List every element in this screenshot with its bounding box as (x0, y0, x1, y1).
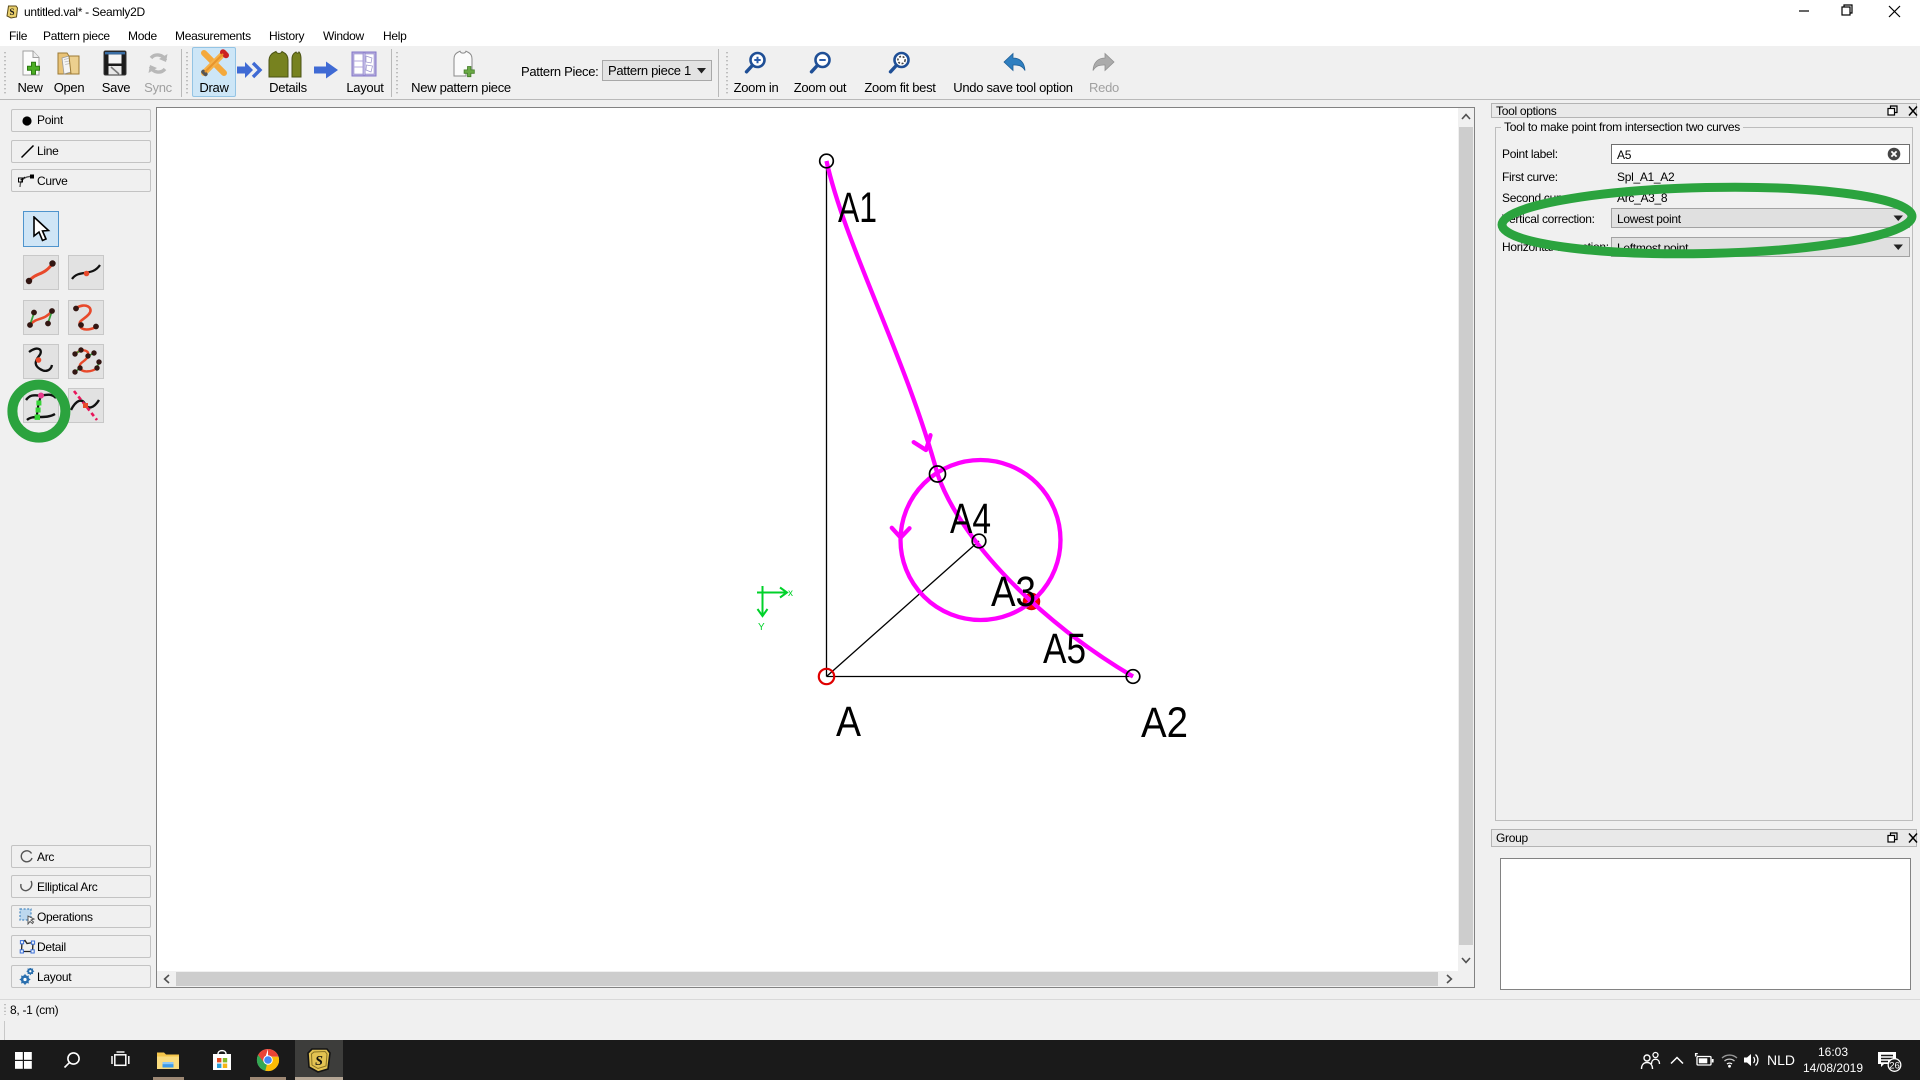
svg-text:Y: Y (758, 622, 765, 633)
svg-text:A5: A5 (1043, 625, 1086, 673)
svg-text:26: 26 (1889, 1061, 1900, 1072)
svg-text:A4: A4 (950, 495, 991, 543)
svg-text:x: x (788, 588, 793, 599)
svg-text:A3: A3 (991, 568, 1036, 615)
svg-text:S: S (9, 7, 14, 17)
svg-text:A1: A1 (838, 185, 877, 233)
svg-text:A2: A2 (1141, 698, 1188, 746)
svg-text:S: S (315, 1054, 323, 1069)
svg-text:A: A (836, 697, 861, 746)
